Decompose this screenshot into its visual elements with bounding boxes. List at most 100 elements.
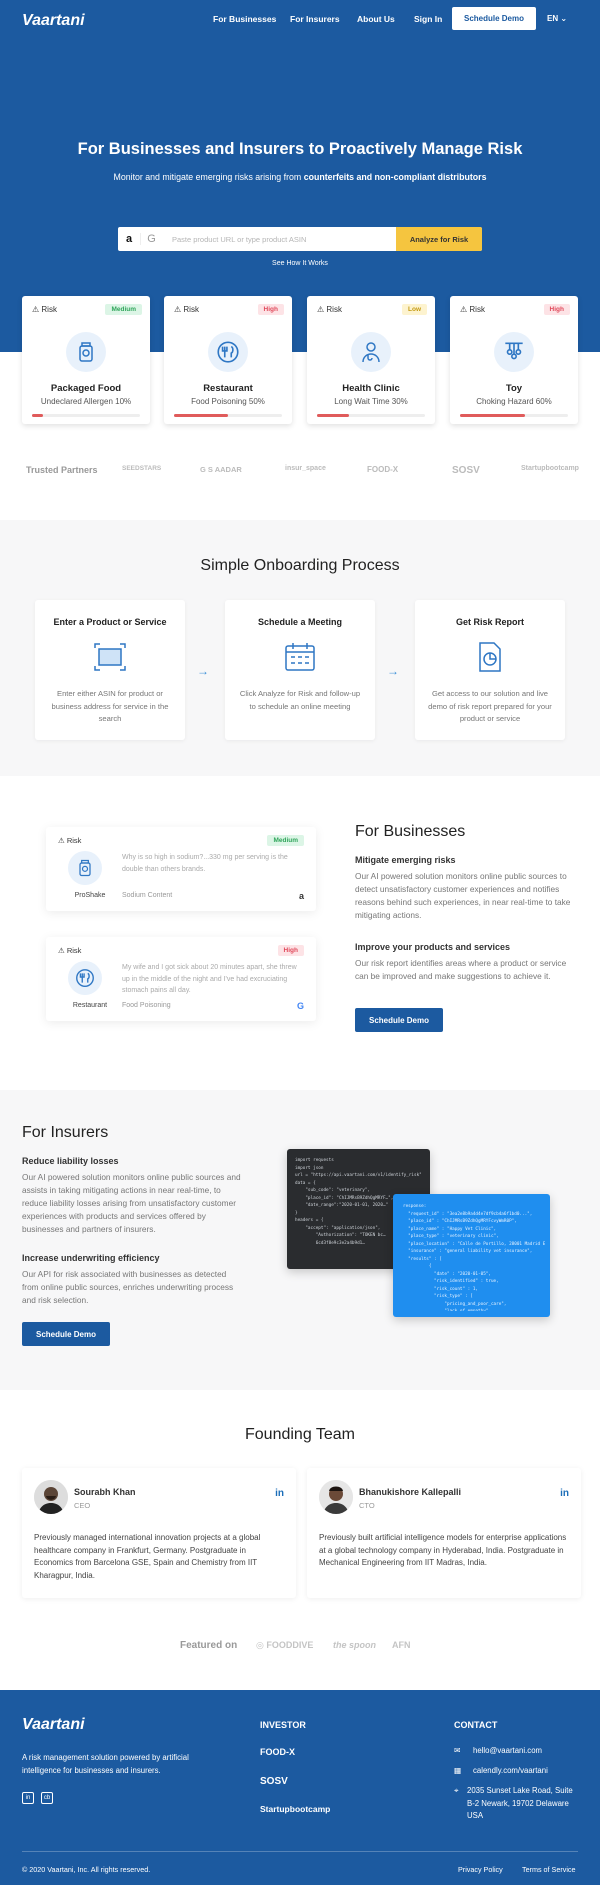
privacy-policy-link[interactable]: Privacy Policy (458, 1864, 503, 1877)
hero-subtitle-bold: counterfeits and non-compliant distribut… (303, 172, 487, 182)
linkedin-icon[interactable]: in (560, 1488, 569, 1499)
hero-title: For Businesses and Insurers to Proactive… (77, 140, 523, 158)
risk-progress-bar (317, 414, 425, 417)
business-feature-text: Our risk report identifies areas where a… (355, 958, 567, 981)
risk-card-name: Packaged Food (50, 383, 122, 394)
risk-card-detail: Choking Hazard 60% (476, 397, 552, 406)
footer: Vaartani A risk management solution powe… (0, 1690, 600, 1885)
nav-sign-in[interactable]: Sign In (414, 14, 442, 24)
investor-logo: FOOD-X (260, 1747, 295, 1757)
nav-schedule-demo-button[interactable]: Schedule Demo (452, 7, 536, 30)
onboarding-step: Schedule a Meeting Click Analyze for Ris… (225, 600, 375, 740)
press-logo-text: FOODDIVE (266, 1640, 314, 1650)
member-bio: Previously built artificial intelligence… (319, 1533, 567, 1567)
doctor-icon (351, 332, 391, 372)
risk-card-detail: Long Wait Time 30% (334, 397, 408, 406)
risk-level-badge: Low (402, 304, 427, 315)
risk-card[interactable]: ⚠ Risk High Toy Choking Hazard 60% (450, 296, 578, 424)
press-logo: ◎ FOODDIVE (256, 1640, 313, 1651)
risk-label-text: Risk (66, 946, 82, 955)
google-icon[interactable]: G (140, 233, 162, 245)
location-icon: ⌖ (454, 1786, 459, 1795)
warning-icon: ⚠ (174, 305, 182, 314)
footer-tagline: A risk management solution powered by ar… (22, 1753, 189, 1775)
linkedin-icon[interactable]: in (275, 1488, 284, 1499)
risk-label-text: Risk (41, 305, 57, 314)
risk-card[interactable]: ⚠ Risk High Restaurant Food Poisoning 50… (164, 296, 292, 424)
google-icon: G (296, 1001, 304, 1011)
press-logo: the spoon (333, 1640, 376, 1650)
chevron-down-icon: ⌄ (560, 14, 568, 23)
warning-icon: ⚠ (58, 946, 65, 955)
hero-subtitle: Monitor and mitigate emerging risks aris… (0, 172, 600, 182)
review-quote: Why is so high in sodium?...330 mg per s… (122, 854, 288, 873)
member-role: CTO (359, 1501, 375, 1510)
nav-about-us[interactable]: About Us (357, 14, 395, 24)
linkedin-icon[interactable]: in (22, 1792, 34, 1804)
risk-progress-fill (32, 414, 43, 417)
investor-logo: Startupbootcamp (260, 1804, 331, 1814)
warning-icon: ⚠ (460, 305, 468, 314)
footer-logo[interactable]: Vaartani (22, 1716, 85, 1734)
code-snippet: response: "request_id" : "3ea2e8b9a4d4e7… (403, 1204, 545, 1311)
api-response-code-panel: response: "request_id" : "3ea2e8b9a4d4e7… (393, 1194, 550, 1317)
language-selector[interactable]: EN ⌄ (547, 14, 567, 23)
risk-card-name: Restaurant (203, 383, 253, 394)
insurer-feature-title: Reduce liability losses (22, 1156, 119, 1166)
contact-email[interactable]: hello@vaartani.com (473, 1745, 542, 1758)
insurer-feature-text: Our AI powered solution monitors online … (22, 1172, 241, 1234)
risk-label-text: Risk (183, 305, 199, 314)
logo[interactable]: Vaartani (22, 12, 85, 30)
fooddive-icon: ◎ (256, 1640, 264, 1650)
contact-calendly[interactable]: calendly.com/vaartani (473, 1765, 548, 1778)
risk-label: ⚠ Risk (460, 305, 485, 314)
partner-logo: G S AADAR (200, 465, 242, 474)
risk-progress-fill (174, 414, 228, 417)
risk-label-text: Risk (326, 305, 342, 314)
nav-for-businesses[interactable]: For Businesses (213, 14, 276, 24)
copyright: © 2020 Vaartani, Inc. All rights reserve… (22, 1865, 151, 1874)
risk-progress-bar (32, 414, 140, 417)
risk-level-badge: Medium (267, 835, 304, 846)
packaged-food-icon (68, 851, 102, 885)
business-name: Restaurant (72, 1002, 108, 1009)
insurer-feature-title: Increase underwriting efficiency (22, 1253, 160, 1263)
founding-team-title: Founding Team (245, 1426, 355, 1443)
footer-divider (22, 1851, 578, 1852)
amazon-icon[interactable]: a (118, 233, 140, 245)
nav-for-insurers[interactable]: For Insurers (290, 14, 340, 24)
hero-subtitle-text: Monitor and mitigate emerging risks aris… (113, 172, 304, 182)
risk-label-text: Risk (469, 305, 485, 314)
press-logo: AFN (392, 1640, 411, 1650)
schedule-demo-button[interactable]: Schedule Demo (355, 1008, 443, 1032)
schedule-demo-button[interactable]: Schedule Demo (22, 1322, 110, 1346)
partner-logo: SEEDSTARS (122, 465, 162, 472)
analyze-for-risk-button[interactable]: Analyze for Risk (396, 227, 482, 251)
risk-card[interactable]: ⚠ Risk Medium Packaged Food Undeclared A… (22, 296, 150, 424)
featured-on-label: Featured on (180, 1640, 238, 1651)
risk-level-badge: High (257, 304, 284, 315)
risk-level-badge: High (543, 304, 570, 315)
see-how-it-works-link[interactable]: See How It Works (0, 260, 600, 267)
risk-label: ⚠ Risk (32, 305, 57, 314)
onboarding-step: Enter a Product or Service Enter either … (35, 600, 185, 740)
risk-category: Food Poisoning (122, 1002, 171, 1009)
team-member-card: Bhanukishore Kallepalli CTO in Previousl… (307, 1468, 581, 1598)
partner-logo: SOSV (452, 465, 480, 476)
business-name: ProShake (74, 892, 106, 899)
step-text: Enter either ASIN for product or busines… (51, 689, 169, 723)
risk-progress-fill (460, 414, 525, 417)
step-title: Enter a Product or Service (53, 617, 167, 627)
terms-of-service-link[interactable]: Terms of Service (522, 1864, 576, 1877)
risk-label-text: Risk (66, 836, 82, 845)
warning-icon: ⚠ (32, 305, 40, 314)
search-input[interactable]: Paste product URL or type product ASIN (162, 235, 396, 244)
language-label: EN (547, 14, 559, 23)
warning-icon: ⚠ (317, 305, 325, 314)
contact-title: CONTACT (454, 1720, 498, 1730)
restaurant-icon (68, 961, 102, 995)
crunchbase-icon[interactable]: cb (41, 1792, 53, 1804)
risk-card-name: Health Clinic (342, 383, 400, 394)
risk-card[interactable]: ⚠ Risk Low Health Clinic Long Wait Time … (307, 296, 435, 424)
step-text: Click Analyze for Risk and follow-up to … (239, 689, 361, 711)
